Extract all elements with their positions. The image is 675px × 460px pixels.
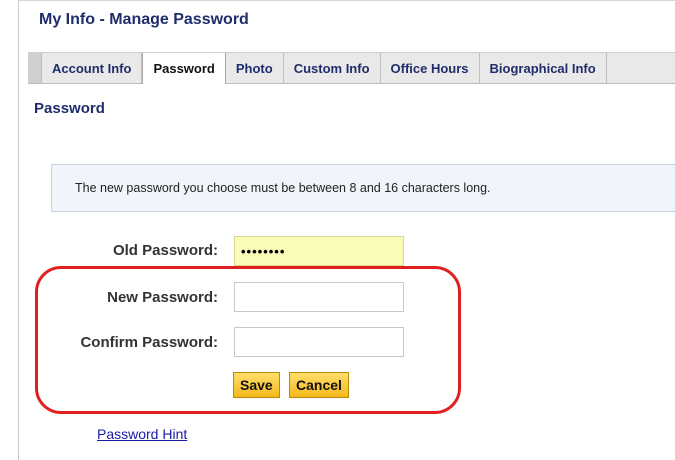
new-password-field[interactable] (234, 282, 404, 312)
tab-office-hours[interactable]: Office Hours (381, 53, 480, 83)
cancel-button[interactable]: Cancel (289, 372, 349, 398)
old-password-field[interactable] (234, 236, 404, 266)
confirm-password-label: Confirm Password: (80, 334, 218, 351)
tab-password[interactable]: Password (142, 53, 226, 84)
old-password-label: Old Password: (112, 242, 218, 259)
info-message: The new password you choose must be betw… (75, 181, 491, 195)
tab-custom-info[interactable]: Custom Info (284, 53, 381, 83)
info-box: The new password you choose must be betw… (51, 164, 675, 212)
page-title: My Info - Manage Password (39, 11, 249, 28)
save-button[interactable]: Save (233, 372, 280, 398)
tab-bar: Account Info Password Photo Custom Info … (28, 52, 675, 84)
new-password-label: New Password: (107, 289, 218, 306)
tab-account-info[interactable]: Account Info (42, 53, 143, 83)
section-title: Password (34, 100, 105, 117)
tab-biographical-info[interactable]: Biographical Info (480, 53, 607, 83)
tab-photo[interactable]: Photo (226, 53, 284, 83)
password-hint-link[interactable]: Password Hint (97, 426, 187, 442)
tab-bar-edge (28, 53, 42, 83)
confirm-password-field[interactable] (234, 327, 404, 357)
